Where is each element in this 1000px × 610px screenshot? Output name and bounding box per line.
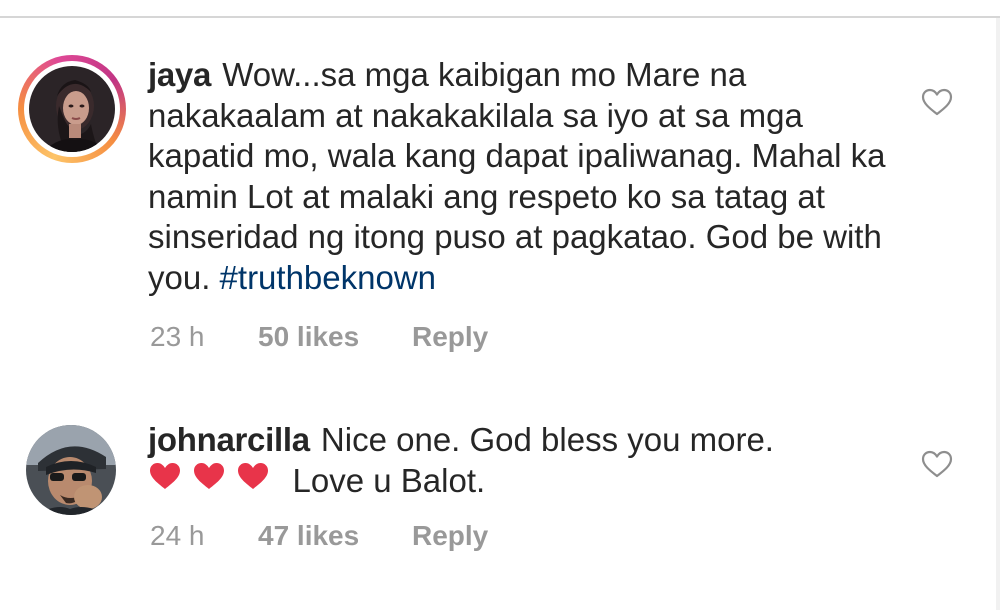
comment-timestamp[interactable]: 23 h	[150, 321, 205, 353]
reply-button[interactable]: Reply	[412, 321, 488, 353]
red-heart-emoji-icon	[150, 462, 180, 489]
likes-count-button[interactable]: 50 likes	[258, 321, 359, 353]
comment-body: jaya Wow...sa mga kaibigan mo Mare na na…	[148, 55, 898, 298]
comment-body: johnarcilla Nice one. God bless you more…	[148, 420, 898, 503]
scrollbar-track[interactable]	[996, 18, 1000, 610]
like-button[interactable]	[920, 449, 954, 479]
comment-text-line2: Love u Balot.	[292, 461, 486, 499]
red-heart-emoji-icon	[194, 462, 225, 489]
heart-outline-icon	[921, 450, 953, 478]
avatar-photo	[29, 66, 115, 152]
like-button[interactable]	[920, 87, 954, 117]
avatar-photo	[26, 425, 116, 515]
top-divider	[0, 0, 1000, 18]
avatar[interactable]	[26, 425, 116, 515]
red-heart-emoji-icon	[238, 462, 269, 489]
comment-timestamp[interactable]: 24 h	[150, 520, 205, 552]
likes-count-button[interactable]: 47 likes	[258, 520, 359, 552]
avatar[interactable]	[18, 55, 126, 163]
reply-button[interactable]: Reply	[412, 520, 488, 552]
comment-username[interactable]: johnarcilla	[148, 421, 310, 458]
comment-username[interactable]: jaya	[148, 56, 211, 93]
heart-emoji-group	[148, 460, 271, 501]
comment-text: Nice one. God bless you more.	[320, 421, 774, 458]
heart-outline-icon	[921, 88, 953, 116]
hashtag-link[interactable]: #truthbeknown	[220, 259, 436, 296]
